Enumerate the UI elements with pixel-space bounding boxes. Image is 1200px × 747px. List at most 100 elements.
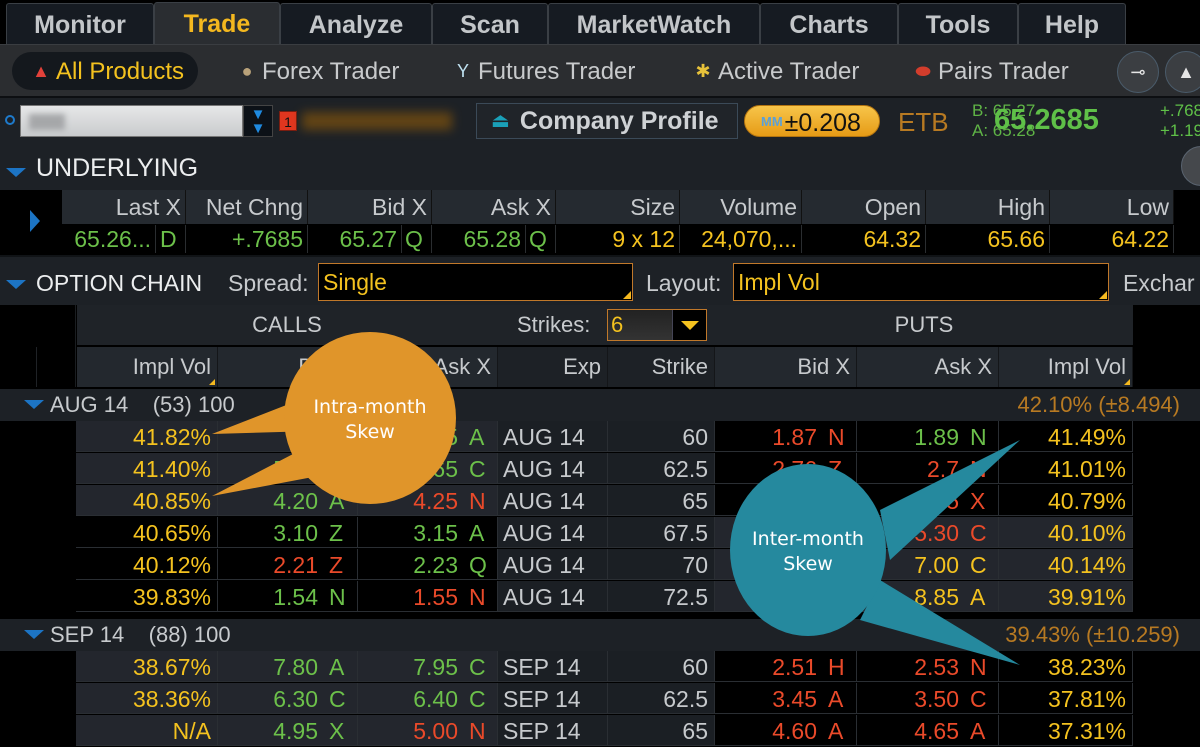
call-ask-exchange[interactable]: A (464, 517, 498, 548)
call-ask-exchange[interactable]: C (464, 651, 498, 682)
spread-select[interactable]: Single (318, 263, 633, 301)
col-net-chng[interactable]: Net Chng (186, 190, 308, 224)
put-bid[interactable]: 2.76 (715, 453, 823, 484)
put-bid-exchange[interactable]: A (823, 715, 857, 746)
call-bid-exchange[interactable]: N (324, 581, 358, 612)
call-bid[interactable]: 2.21 (218, 549, 324, 580)
market-maker-move-badge[interactable]: MM±0.208 (744, 105, 880, 137)
tab-charts[interactable]: Charts (760, 3, 898, 44)
call-ask[interactable]: 6.40 (358, 683, 464, 714)
put-impl-vol[interactable]: 40.79% (999, 485, 1133, 516)
col-call-bid-x[interactable]: Bid X (218, 347, 358, 387)
call-bid[interactable]: 5.55 (218, 453, 324, 484)
product-forex-trader[interactable]: ● Forex Trader (236, 52, 400, 90)
wrench-button[interactable]: ⊸ (1117, 51, 1159, 93)
call-impl-vol[interactable]: 41.40% (76, 453, 218, 484)
company-profile-button[interactable]: ⏏ Company Profile (476, 103, 738, 139)
call-ask-exchange[interactable]: N (464, 485, 498, 516)
call-ask-exchange[interactable]: A (464, 421, 498, 452)
put-ask[interactable]: 2.7 (857, 453, 965, 484)
tab-trade[interactable]: Trade (154, 2, 280, 45)
put-impl-vol[interactable]: 40.10% (999, 517, 1133, 548)
put-ask[interactable]: .95 (857, 485, 965, 516)
collapse-triangle-icon[interactable] (24, 630, 44, 639)
col-high[interactable]: High (926, 190, 1050, 224)
put-ask-exchange[interactable]: X (965, 485, 999, 516)
call-ask-exchange[interactable]: Q (464, 549, 498, 580)
put-impl-vol[interactable]: 39.91% (999, 581, 1133, 612)
put-impl-vol[interactable]: 37.81% (999, 683, 1133, 714)
call-ask-exchange[interactable]: C (464, 453, 498, 484)
call-bid-exchange[interactable]: A (324, 651, 358, 682)
put-ask-exchange[interactable]: C (965, 549, 999, 580)
layout-select[interactable]: Impl Vol (733, 263, 1109, 301)
put-bid-exchange[interactable] (823, 485, 857, 516)
col-open[interactable]: Open (802, 190, 926, 224)
put-ask-exchange[interactable]: N (965, 421, 999, 452)
collapse-triangle-icon[interactable] (6, 168, 26, 177)
call-ask-exchange[interactable]: N (464, 581, 498, 612)
put-bid[interactable]: 4.60 (715, 715, 823, 746)
put-bid-exchange[interactable]: A (823, 683, 857, 714)
tab-analyze[interactable]: Analyze (280, 3, 432, 44)
call-impl-vol[interactable]: 40.65% (76, 517, 218, 548)
option-row[interactable]: 40.65% 3.10 Z 3.15 A AUG 14 67.5 5.30 C 40.10% (76, 517, 1133, 549)
option-row[interactable]: N/A 4.95 X 5.00 N SEP 14 65 4.60 A 4.65 A 37.31% (76, 715, 1133, 747)
call-bid-exchange[interactable]: Z (324, 549, 358, 580)
call-impl-vol[interactable]: 38.36% (76, 683, 218, 714)
product-pairs-trader[interactable]: ⬬ Pairs Trader (912, 52, 1068, 90)
expiration-row-aug[interactable]: AUG 14 (53) 100 42.10% (±8.494) (0, 389, 1200, 421)
tab-tools[interactable]: Tools (898, 3, 1018, 44)
put-ask-exchange[interactable]: A (965, 715, 999, 746)
call-impl-vol[interactable]: 39.83% (76, 581, 218, 612)
tab-scan[interactable]: Scan (432, 3, 548, 44)
product-futures-trader[interactable]: Y Futures Trader (452, 52, 635, 90)
put-impl-vol[interactable]: 38.23% (999, 651, 1133, 682)
col-call-ask-x[interactable]: Ask X (358, 347, 498, 387)
put-bid-exchange[interactable] (823, 581, 857, 612)
call-bid[interactable]: 1.54 (218, 581, 324, 612)
exchange-label[interactable]: Exchar (1123, 270, 1195, 297)
option-row[interactable]: 40.12% 2.21 Z 2.23 Q AUG 14 70 7.00 C 40.14% (76, 549, 1133, 581)
col-last-x[interactable]: Last X (62, 190, 186, 224)
bell-button[interactable]: ▲ (1165, 51, 1200, 93)
call-bid[interactable]: 7.80 (218, 651, 324, 682)
call-ask[interactable]: 5.65 (358, 453, 464, 484)
col-put-bid-x[interactable]: Bid X (715, 347, 857, 387)
call-impl-vol[interactable]: 41.82% (76, 421, 218, 452)
col-call-impl-vol[interactable]: Impl Vol (77, 347, 218, 387)
call-ask-exchange[interactable]: C (464, 683, 498, 714)
call-bid[interactable]: 4.95 (218, 715, 324, 746)
tab-monitor[interactable]: Monitor (6, 3, 154, 44)
put-bid[interactable]: 3.45 (715, 683, 823, 714)
symbol-input[interactable] (20, 105, 243, 137)
call-ask[interactable]: 7.95 (358, 651, 464, 682)
call-bid-exchange[interactable] (324, 453, 358, 484)
put-bid[interactable] (715, 581, 823, 612)
call-bid-exchange[interactable]: Z (324, 517, 358, 548)
col-ask-x[interactable]: Ask X (432, 190, 556, 224)
put-ask[interactable]: 3.50 (857, 683, 965, 714)
put-ask-exchange[interactable]: C (965, 517, 999, 548)
collapse-triangle-icon[interactable] (24, 400, 44, 409)
put-ask-exchange[interactable]: A (965, 581, 999, 612)
col-exp[interactable]: Exp (498, 347, 608, 387)
col-low[interactable]: Low (1050, 190, 1174, 224)
put-ask-exchange[interactable]: N (965, 453, 999, 484)
call-ask-exchange[interactable]: N (464, 715, 498, 746)
option-row[interactable]: 38.67% 7.80 A 7.95 C SEP 14 60 2.51 H 2.53 N 38.23% (76, 651, 1133, 683)
col-size[interactable]: Size (556, 190, 680, 224)
col-bid-x[interactable]: Bid X (308, 190, 432, 224)
call-bid-exchange[interactable]: A (324, 485, 358, 516)
call-ask[interactable]: 3.15 (358, 517, 464, 548)
tab-help[interactable]: Help (1018, 3, 1126, 44)
call-impl-vol[interactable]: N/A (76, 715, 218, 746)
put-bid[interactable]: 1.87 (715, 421, 823, 452)
put-ask[interactable]: 1.89 (857, 421, 965, 452)
put-impl-vol[interactable]: 41.01% (999, 453, 1133, 484)
call-bid-exchange[interactable]: C (324, 683, 358, 714)
put-impl-vol[interactable]: 37.31% (999, 715, 1133, 746)
call-ask[interactable]: 2.23 (358, 549, 464, 580)
put-bid-exchange[interactable]: Z (823, 453, 857, 484)
put-ask-exchange[interactable]: N (965, 651, 999, 682)
